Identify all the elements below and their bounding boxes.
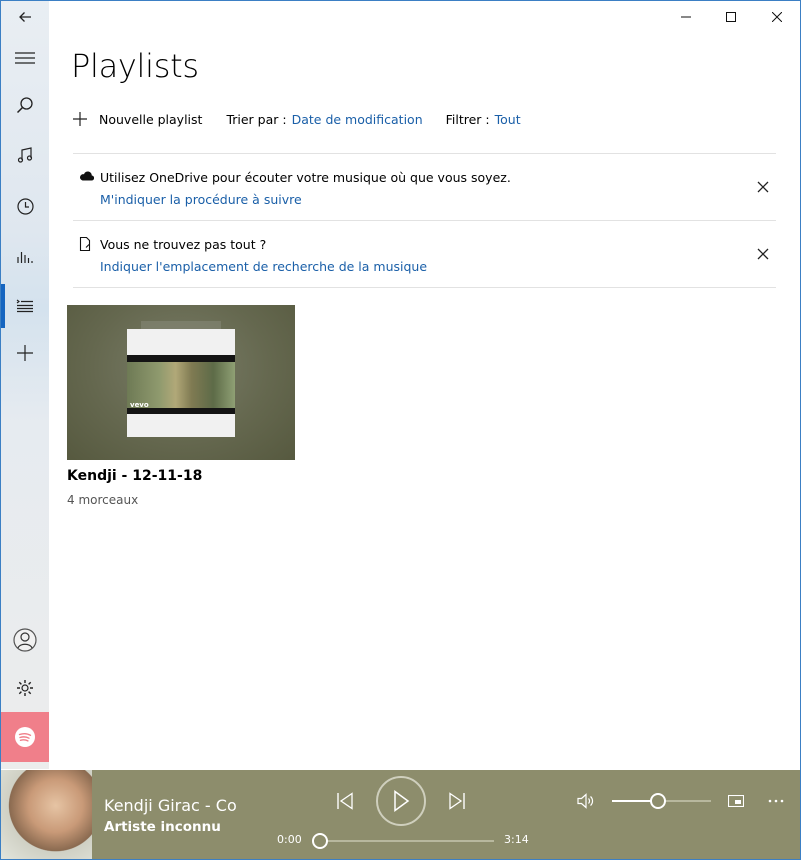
minimize-icon	[681, 16, 691, 18]
video-frame: vevo	[127, 355, 235, 414]
dismiss-close-icon[interactable]	[756, 180, 770, 194]
clock-icon	[16, 197, 34, 215]
filter-label: Filtrer :	[445, 111, 490, 127]
now-playing-title[interactable]: Kendji Girac - Col	[104, 796, 236, 815]
search-button[interactable]	[1, 83, 49, 127]
playlist-icon	[16, 299, 33, 313]
notice-text: Utilisez OneDrive pour écouter votre mus…	[100, 170, 511, 185]
now-playing-artwork[interactable]	[1, 770, 92, 859]
elapsed-time: 0:00	[277, 833, 302, 846]
more-ellipsis-icon	[768, 799, 784, 803]
play-button[interactable]	[376, 776, 426, 826]
page-title: Playlists	[71, 47, 199, 85]
vevo-badge: vevo	[130, 401, 149, 409]
now-playing-button[interactable]	[1, 234, 49, 278]
close-window-button[interactable]	[754, 1, 800, 33]
music-note-icon	[17, 147, 33, 163]
volume-slider-handle[interactable]	[650, 793, 666, 809]
speaker-volume-icon	[577, 793, 594, 809]
back-arrow-icon	[19, 12, 31, 22]
minimize-button[interactable]	[663, 1, 709, 33]
playlist-track-count: 4 morceaux	[67, 493, 139, 507]
plus-icon	[73, 112, 87, 126]
album-art: vevo	[127, 329, 235, 437]
account-button[interactable]	[1, 618, 49, 662]
equalizer-icon	[17, 252, 33, 263]
spotify-button[interactable]	[1, 712, 49, 762]
notice-link[interactable]: M'indiquer la procédure à suivre	[100, 192, 302, 207]
sort-dropdown[interactable]: Date de modification	[292, 112, 423, 127]
sort-label: Trier par :	[226, 111, 287, 127]
playlists-button[interactable]	[1, 284, 49, 328]
more-options-button[interactable]	[765, 791, 787, 811]
close-icon	[772, 12, 782, 22]
seek-handle[interactable]	[312, 833, 328, 849]
app-window: Playlists Nouvelle playlist Trier par : …	[0, 0, 801, 860]
playlist-title[interactable]: Kendji - 12-11-18	[67, 468, 202, 484]
volume-button[interactable]	[575, 790, 597, 812]
plus-icon	[17, 345, 33, 361]
now-playing-artist[interactable]: Artiste inconnu	[104, 819, 221, 835]
music-location-notice: Vous ne trouvez pas tout ? Indiquer l'em…	[79, 221, 776, 287]
divider	[73, 287, 776, 288]
account-icon	[13, 628, 37, 652]
playlist-tile-cover[interactable]: vevo	[67, 305, 295, 460]
settings-button[interactable]	[1, 666, 49, 710]
previous-button[interactable]	[332, 789, 358, 813]
dismiss-close-icon[interactable]	[756, 247, 770, 261]
mini-player-icon	[728, 795, 744, 807]
menu-button[interactable]	[1, 36, 49, 80]
now-playing-bar: Kendji Girac - Col Artiste inconnu 0:00 …	[1, 770, 800, 859]
maximize-icon	[726, 12, 736, 22]
settings-gear-icon	[17, 680, 33, 696]
next-button[interactable]	[444, 789, 470, 813]
cover-stack-shadow	[141, 321, 221, 329]
play-icon	[394, 790, 410, 812]
recent-plays-button[interactable]	[1, 184, 49, 228]
toolbar: Nouvelle playlist Trier par : Date de mo…	[73, 110, 521, 128]
spotify-icon	[15, 727, 35, 747]
filter-dropdown[interactable]: Tout	[495, 112, 521, 127]
notice-link[interactable]: Indiquer l'emplacement de recherche de l…	[100, 259, 427, 274]
search-icon	[16, 97, 33, 114]
new-playlist-button[interactable]: Nouvelle playlist	[73, 112, 202, 127]
notice-text: Vous ne trouvez pas tout ?	[100, 237, 267, 252]
new-playlist-label: Nouvelle playlist	[99, 111, 203, 127]
previous-track-icon	[337, 792, 353, 810]
back-button[interactable]	[1, 1, 49, 39]
document-icon	[79, 237, 91, 251]
maximize-button[interactable]	[708, 1, 754, 33]
new-playlist-sidebar-button[interactable]	[1, 331, 49, 375]
hamburger-menu-icon	[15, 52, 35, 64]
onedrive-notice: Utilisez OneDrive pour écouter votre mus…	[79, 154, 776, 220]
seek-bar[interactable]	[319, 840, 494, 842]
mini-player-button[interactable]	[725, 791, 747, 811]
cloud-icon	[80, 171, 94, 181]
next-track-icon	[449, 792, 465, 810]
total-duration: 3:14	[504, 833, 529, 846]
sidebar	[1, 1, 49, 769]
my-music-button[interactable]	[1, 133, 49, 177]
